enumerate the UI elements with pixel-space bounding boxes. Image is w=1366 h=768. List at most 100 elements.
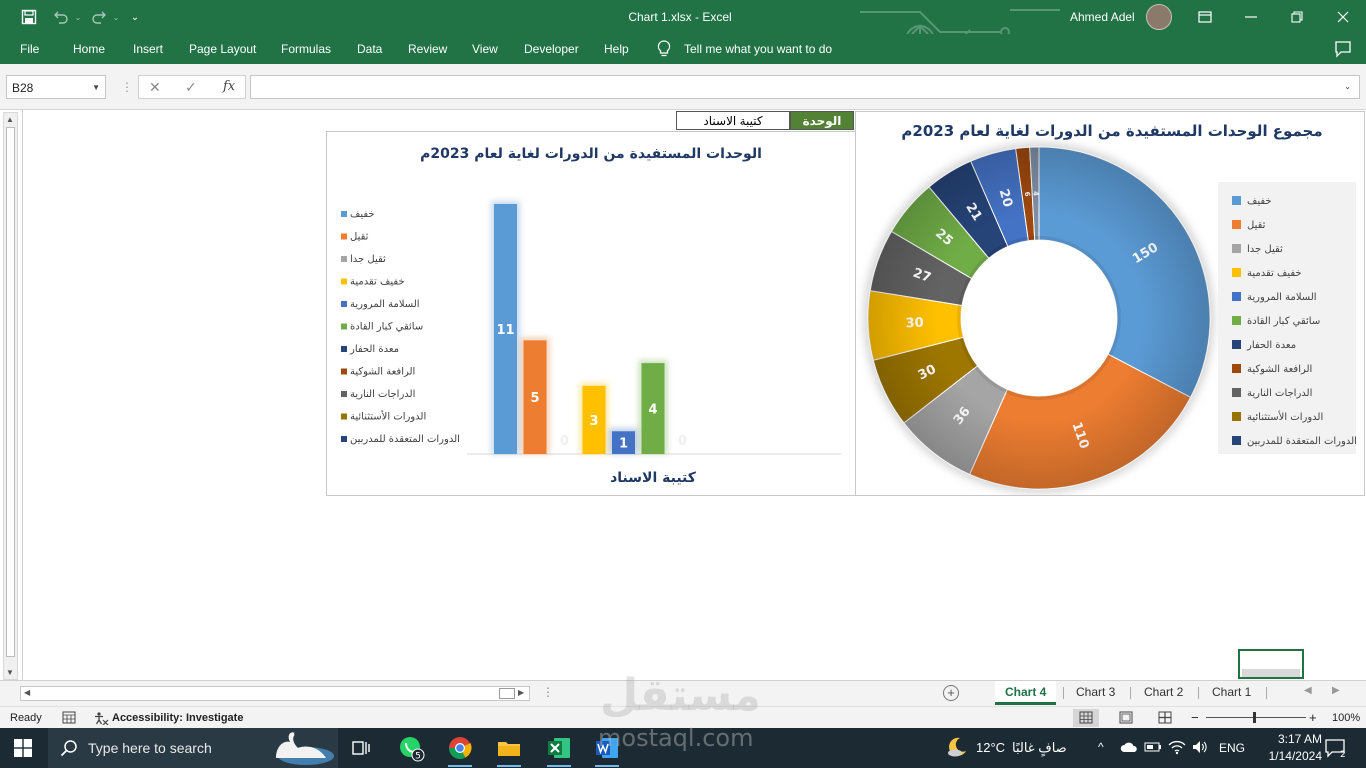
scroll-right-icon[interactable]: ▶ — [518, 688, 524, 697]
comments-icon[interactable] — [1334, 40, 1352, 58]
tab-page-layout[interactable]: Page Layout — [189, 42, 256, 56]
normal-view-icon[interactable] — [1073, 709, 1099, 727]
page-break-view-icon[interactable] — [1152, 709, 1178, 727]
wifi-icon[interactable] — [1168, 739, 1186, 755]
bar-legend-swatch — [341, 301, 347, 307]
sheet-tab-chart-3[interactable]: Chart 3 — [1066, 681, 1125, 705]
excel-taskbar-icon[interactable] — [545, 734, 573, 767]
macro-recording-icon[interactable] — [62, 711, 76, 724]
clock-time[interactable]: 3:17 AM — [1256, 732, 1322, 746]
donut-legend-swatch — [1232, 388, 1241, 397]
tab-formulas[interactable]: Formulas — [281, 42, 331, 56]
vertical-scrollbar[interactable]: ▲ ▼ — [3, 112, 18, 680]
name-box-dropdown-icon[interactable]: ▼ — [92, 83, 100, 92]
language-indicator[interactable]: ENG — [1219, 741, 1245, 755]
notification-center-icon[interactable]: 2 — [1324, 738, 1346, 758]
chrome-icon[interactable] — [446, 734, 474, 767]
bar-legend-swatch — [341, 436, 347, 442]
windows-start-icon[interactable] — [14, 739, 32, 757]
tab-view[interactable]: View — [472, 42, 498, 56]
undo-dropdown-icon[interactable]: ⌄ — [72, 6, 84, 28]
donut-legend-label: السلامة المرورية — [1247, 292, 1317, 303]
tab-scroll-right-icon[interactable]: ▶ — [1332, 685, 1340, 696]
redo-dropdown-icon[interactable]: ⌄ — [110, 6, 122, 28]
zoom-out-icon[interactable]: − — [1191, 710, 1199, 725]
donut-legend-label: معدة الحفار — [1246, 340, 1296, 351]
enter-icon[interactable]: ✓ — [185, 79, 197, 96]
battery-icon[interactable] — [1144, 741, 1162, 753]
zoom-in-icon[interactable]: + — [1309, 710, 1317, 725]
bar-data-label: 1 — [619, 437, 628, 452]
undo-icon[interactable] — [50, 6, 72, 28]
bar-chart[interactable]: الوحدات المستفيدة من الدورات لغاية لعام … — [326, 131, 856, 496]
expand-formula-bar-icon[interactable]: ⌄ — [1344, 82, 1351, 91]
selected-cell[interactable] — [1238, 649, 1304, 679]
zoom-slider-thumb[interactable] — [1253, 712, 1256, 723]
task-view-icon[interactable] — [347, 734, 375, 762]
tab-split-handle[interactable]: ⋮ — [542, 685, 554, 699]
tab-developer[interactable]: Developer — [524, 42, 579, 56]
onedrive-icon[interactable] — [1120, 741, 1138, 753]
tell-me-search[interactable]: Tell me what you want to do — [684, 42, 832, 56]
insert-function-icon[interactable]: fx — [223, 79, 235, 94]
search-icon — [60, 740, 77, 757]
notification-count: 2 — [1340, 750, 1346, 758]
formula-input[interactable]: ⌄ — [250, 75, 1360, 99]
sheet-tab-chart-4[interactable]: Chart 4 — [995, 681, 1057, 705]
horizontal-scrollbar[interactable]: ◀ ▶ — [20, 686, 530, 701]
accessibility-status[interactable]: Accessibility: Investigate — [112, 712, 243, 724]
tab-review[interactable]: Review — [408, 42, 447, 56]
sheet-left-edge — [22, 110, 23, 680]
close-icon[interactable] — [1320, 4, 1366, 30]
zoom-level[interactable]: 100% — [1332, 712, 1360, 724]
tab-data[interactable]: Data — [357, 42, 382, 56]
watermark-latin: mostaql.com — [598, 724, 754, 752]
horizontal-scroll-thumb[interactable] — [499, 688, 515, 699]
user-avatar[interactable] — [1146, 4, 1172, 30]
name-box[interactable]: B28 ▼ — [6, 75, 106, 99]
donut-chart[interactable]: مجموع الوحدات المستفيدة من الدورات لغاية… — [855, 111, 1365, 496]
customize-toolbar-icon[interactable]: ⌄ — [128, 6, 142, 28]
scroll-left-icon[interactable]: ◀ — [24, 688, 30, 697]
cell-battalion-header[interactable]: كتيبة الاسناد — [676, 111, 790, 130]
clock-date[interactable]: 1/14/2024 — [1256, 749, 1322, 763]
page-layout-view-icon[interactable] — [1113, 709, 1139, 727]
vertical-scroll-thumb[interactable] — [6, 127, 15, 657]
formula-bar-handle[interactable]: ⋮ — [121, 80, 133, 94]
minimize-icon[interactable] — [1228, 4, 1274, 30]
tab-separator — [1130, 687, 1131, 699]
weather-moon-icon[interactable] — [946, 736, 968, 758]
volume-icon[interactable] — [1192, 740, 1208, 754]
sheet-tab-chart-2[interactable]: Chart 2 — [1134, 681, 1193, 705]
cell-unit-header[interactable]: الوحدة — [790, 111, 854, 130]
tab-help[interactable]: Help — [604, 42, 629, 56]
redo-icon[interactable] — [88, 6, 110, 28]
excel-window: ⌄ ⌄ ⌄ Chart 1.xlsx - Excel Ahmed Adel Fi… — [0, 0, 1366, 768]
ribbon-display-options-icon[interactable] — [1182, 4, 1228, 30]
whatsapp-icon[interactable]: 5 — [397, 734, 425, 762]
bar-legend-label: خفيف تقدمية — [350, 277, 405, 288]
tab-home[interactable]: Home — [73, 42, 105, 56]
tab-insert[interactable]: Insert — [133, 42, 163, 56]
save-icon[interactable] — [18, 6, 40, 28]
accessibility-icon[interactable] — [93, 711, 109, 725]
tab-scroll-left-icon[interactable]: ◀ — [1304, 685, 1312, 696]
zoom-slider[interactable] — [1206, 717, 1306, 718]
cancel-icon[interactable]: ✕ — [149, 79, 161, 96]
user-name[interactable]: Ahmed Adel — [1070, 10, 1135, 24]
weather-condition[interactable]: صافٍ غالبًا — [1012, 740, 1067, 756]
tab-file[interactable]: File — [20, 42, 39, 56]
scroll-down-icon[interactable]: ▼ — [6, 668, 14, 677]
tab-separator — [1198, 687, 1199, 699]
lightbulb-icon — [657, 40, 671, 57]
file-explorer-icon[interactable] — [495, 734, 523, 767]
bar-legend-swatch — [341, 278, 347, 285]
scroll-up-icon[interactable]: ▲ — [6, 115, 14, 124]
tab-separator — [1063, 687, 1064, 699]
bar-data-label: 4 — [648, 403, 657, 418]
new-sheet-icon[interactable]: + — [943, 685, 959, 701]
show-hidden-icons-icon[interactable]: ^ — [1098, 740, 1104, 754]
restore-icon[interactable] — [1274, 4, 1320, 30]
weather-temperature[interactable]: 12°C — [976, 740, 1005, 755]
sheet-tab-chart-1[interactable]: Chart 1 — [1202, 681, 1261, 705]
